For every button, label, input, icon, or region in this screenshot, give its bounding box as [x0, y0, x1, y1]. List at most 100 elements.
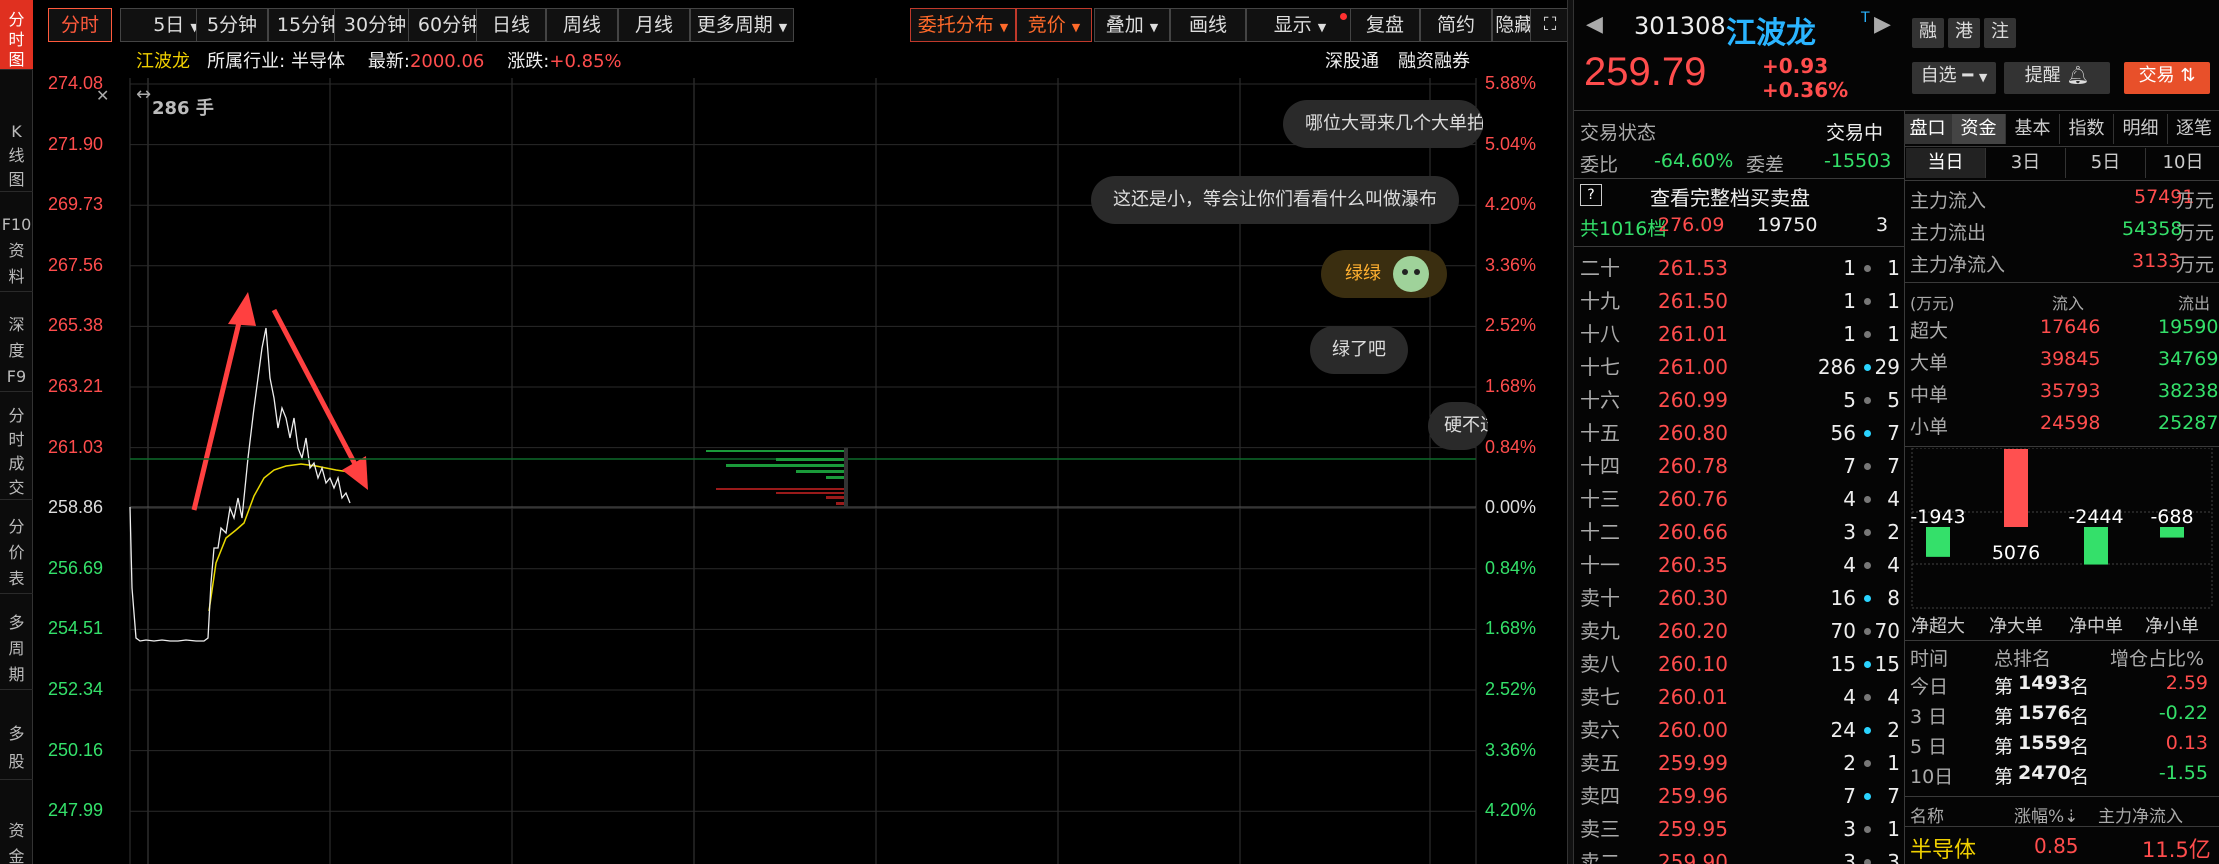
nav-price-table[interactable]: 分 价 表 — [0, 514, 33, 594]
order-book-row[interactable]: 十六 260.99 5 5 — [1574, 384, 1904, 417]
tab-zhishu[interactable]: 指数 — [2060, 114, 2114, 144]
resize-icon[interactable]: ↔ — [136, 84, 151, 105]
display-dropdown[interactable]: 显示 ▼ — [1246, 8, 1354, 42]
alert-button[interactable]: 提醒 🔔︎ — [2004, 62, 2110, 94]
tab-daily[interactable]: 日线 — [476, 8, 546, 42]
nav-multi-period[interactable]: 多 周 期 — [0, 610, 33, 690]
sector-pct-header[interactable]: 涨幅%⇣ — [2014, 802, 2078, 827]
flow-row-label: 中单 — [1910, 384, 1949, 406]
auction-dropdown[interactable]: 竞价 ▼ — [1016, 8, 1092, 42]
nav-fenshi[interactable]: 分 时 图 — [0, 0, 33, 70]
level-volume: 286 — [1817, 355, 1856, 379]
info-industry[interactable]: 半导体 — [291, 51, 345, 72]
y-tick-right: 3.36% — [1485, 254, 1537, 275]
level-count: 5 — [1887, 388, 1900, 412]
tab-zijin[interactable]: 资金 — [1952, 114, 2006, 144]
order-book-row[interactable]: 卖四 259.96 7 7 — [1574, 780, 1904, 813]
overlay-dropdown[interactable]: 叠加 ▼ — [1094, 8, 1170, 42]
margin-link[interactable]: 融资融券 — [1398, 48, 1470, 76]
nav-ticks[interactable]: 分 时 成 交 — [0, 404, 33, 500]
y-tick-left: 265.38 — [48, 315, 104, 336]
tab-jiben[interactable]: 基本 — [2006, 114, 2060, 144]
comment-bubble[interactable]: 绿了吧 — [1310, 326, 1408, 374]
sector-name[interactable]: 半导体 — [1910, 832, 1976, 864]
nav-funds[interactable]: 资 金 — [0, 818, 33, 864]
order-book-row[interactable]: 二十 261.53 1 1 — [1574, 252, 1904, 285]
level-price: 261.50 — [1658, 289, 1728, 313]
sticker-icon — [1393, 256, 1429, 292]
order-book-row[interactable]: 卖七 260.01 4 4 — [1574, 681, 1904, 714]
margin-tag[interactable]: 融 — [1912, 18, 1944, 48]
period-5d[interactable]: 5日 — [2066, 148, 2146, 178]
tab-monthly[interactable]: 月线 — [618, 8, 690, 42]
nav-f10[interactable]: F10 资 料 — [0, 212, 33, 292]
intraday-chart[interactable]: ✕ ↔ 286 手 274.08 271.90 269.73 267.56 265.38… — [36, 73, 1569, 864]
comment-bubble-highlight[interactable]: 绿绿 — [1321, 250, 1447, 298]
sector-flow-unit: 亿 — [2188, 838, 2211, 863]
y-tick-right: 2.52% — [1485, 315, 1537, 336]
nav-kline[interactable]: K 线 图 — [0, 118, 33, 192]
tab-5min[interactable]: 5分钟 — [196, 8, 268, 42]
main-net-label: 主力净流入 — [1910, 254, 2006, 276]
note-tag[interactable]: 注 — [1984, 18, 2016, 48]
order-book-row[interactable]: 十五 260.80 56 7 — [1574, 417, 1904, 450]
comment-bubble[interactable]: 这还是小，等会让你们看看什么叫做瀑布 — [1091, 176, 1459, 224]
order-book-row[interactable]: 十一 260.35 4 4 — [1574, 549, 1904, 582]
trade-button[interactable]: 交易 ⇅ — [2124, 62, 2210, 94]
tab-weekly[interactable]: 周线 — [546, 8, 618, 42]
simple-button[interactable]: 简约 — [1420, 8, 1492, 42]
main-inflow-unit: 万元 — [2176, 190, 2215, 212]
prev-stock-icon[interactable]: ◀ — [1586, 12, 1603, 37]
more-periods-dropdown[interactable]: 更多周期 ▼ — [690, 8, 794, 42]
replay-button[interactable]: 复盘 — [1350, 8, 1420, 42]
main-net-unit: 万元 — [2176, 254, 2215, 276]
hk-tag[interactable]: 港 — [1948, 18, 1980, 48]
tab-pankou[interactable]: 盘口 — [1904, 114, 1952, 144]
level-volume: 7 — [1843, 784, 1856, 808]
order-book-row[interactable]: 十四 260.78 7 7 — [1574, 450, 1904, 483]
full-book-link[interactable]: 查看完整档买卖盘 — [1650, 182, 1810, 211]
next-stock-icon[interactable]: ▶ — [1874, 12, 1891, 37]
tab-fenshi[interactable]: 分时 — [48, 8, 112, 42]
period-3d[interactable]: 3日 — [1986, 148, 2066, 178]
period-10d[interactable]: 10日 — [2146, 148, 2219, 178]
nav-depth[interactable]: 深 度 F9 — [0, 312, 33, 392]
nav-fenshi-label: 分 时 图 — [8, 10, 25, 69]
comment-bubble[interactable]: 哪位大哥来几个大单拍 — [1283, 100, 1483, 148]
order-book-row[interactable]: 卖十 260.30 16 8 — [1574, 582, 1904, 615]
period-today[interactable]: 当日 — [1906, 148, 1986, 178]
order-book-row[interactable]: 十二 260.66 3 2 — [1574, 516, 1904, 549]
nav-multi-stock[interactable]: 多 股 — [0, 720, 33, 780]
nav-f10-label: F10 资 料 — [1, 215, 32, 286]
sector-flow-value: 11.5 — [2142, 838, 2189, 862]
tab-30min[interactable]: 30分钟 — [334, 8, 416, 42]
sector-pct-header-label: 涨幅% — [2014, 807, 2065, 827]
order-book-row[interactable]: 十九 261.50 1 1 — [1574, 285, 1904, 318]
order-book-row[interactable]: 十七 261.00 286 29 — [1574, 351, 1904, 384]
draw-line-button[interactable]: 画线 — [1170, 8, 1246, 42]
level-volume: 3 — [1843, 817, 1856, 841]
order-distribution-dropdown[interactable]: 委托分布 ▼ — [910, 8, 1016, 42]
northbound-link[interactable]: 深股通 — [1325, 48, 1379, 76]
level-count: 4 — [1887, 487, 1900, 511]
order-book-row[interactable]: 卖八 260.10 15 15 — [1574, 648, 1904, 681]
tab-zhubi[interactable]: 逐笔 — [2168, 114, 2219, 144]
order-book-row[interactable]: 卖三 259.95 3 1 — [1574, 813, 1904, 846]
tab-mingxi[interactable]: 明细 — [2114, 114, 2168, 144]
order-book-row[interactable]: 卖五 259.99 2 1 — [1574, 747, 1904, 780]
order-book-row[interactable]: 十三 260.76 4 4 — [1574, 483, 1904, 516]
order-book-row[interactable]: 卖二 259.90 3 3 — [1574, 846, 1904, 864]
watchlist-dropdown[interactable]: 自选 ━ ▼ — [1912, 62, 1996, 94]
level-label: 十二 — [1580, 520, 1620, 544]
help-icon[interactable]: ? — [1580, 184, 1602, 206]
comment-bubble[interactable]: 硬不过 — [1428, 402, 1488, 450]
fullscreen-icon[interactable]: ⛶ — [1530, 8, 1570, 42]
rank-time-header: 时间 — [1910, 648, 1949, 670]
y-tick-left: 271.90 — [48, 133, 104, 154]
order-book-row[interactable]: 卖九 260.20 70 70 — [1574, 615, 1904, 648]
y-tick-right: 0.84% — [1485, 557, 1537, 578]
order-book-row[interactable]: 卖六 260.00 24 2 — [1574, 714, 1904, 747]
main-inflow-value: 57491 — [2134, 186, 2195, 208]
level-price: 260.01 — [1658, 685, 1728, 709]
order-book-row[interactable]: 十八 261.01 1 1 — [1574, 318, 1904, 351]
